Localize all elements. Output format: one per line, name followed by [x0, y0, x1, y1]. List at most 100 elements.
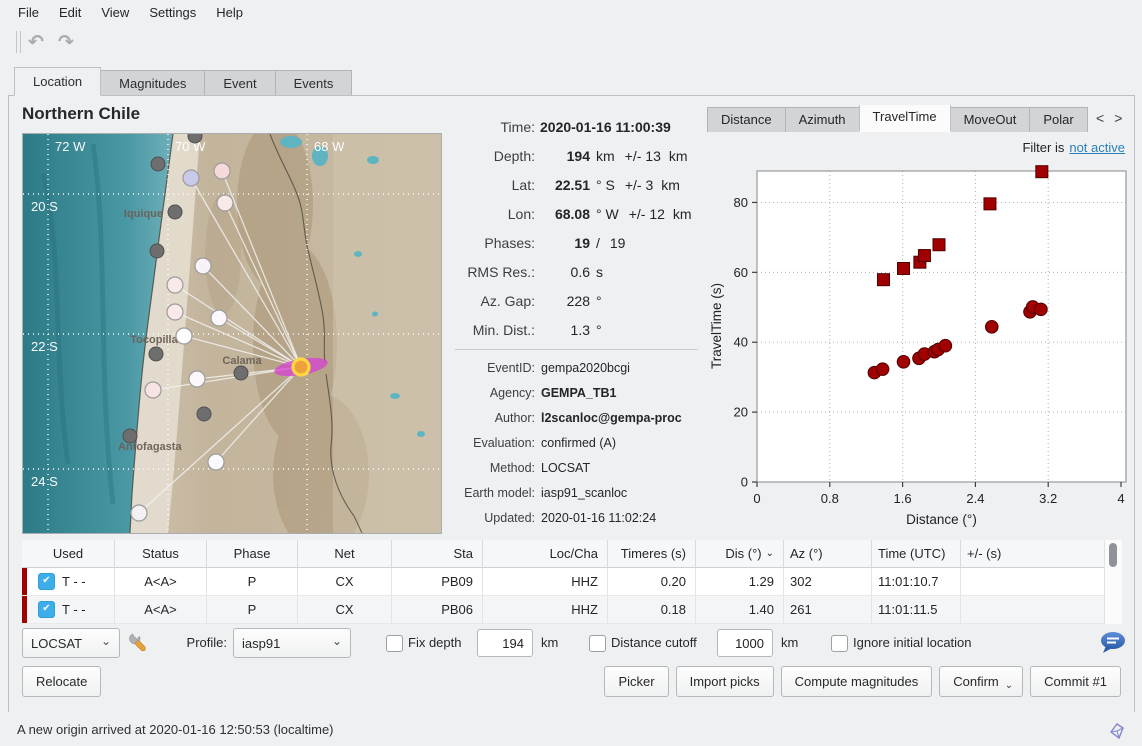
station-marker[interactable]	[217, 195, 233, 211]
station-marker-unused[interactable]	[188, 133, 202, 143]
station-marker[interactable]	[176, 328, 192, 344]
origin-map[interactable]: 72 W70 W68 W20 S22 S24 SIquiqueTocopilla…	[22, 133, 442, 534]
picker-button[interactable]: Picker	[604, 666, 668, 697]
column-header[interactable]: Phase	[207, 540, 298, 568]
tab-scroll-left-icon[interactable]: <	[1096, 110, 1104, 126]
column-header[interactable]: Net	[298, 540, 392, 568]
station-marker-unused[interactable]	[151, 157, 165, 171]
column-header-label: Phase	[234, 546, 271, 561]
parallel-label: 22 S	[31, 339, 58, 354]
origin-crystal-icon[interactable]	[1106, 720, 1128, 742]
column-header[interactable]: Time (UTC)	[872, 540, 961, 568]
ignore-initial-location-label: Ignore initial location	[853, 635, 972, 650]
column-header[interactable]: Sta	[392, 540, 483, 568]
plot-tab-azimuth[interactable]: Azimuth	[785, 107, 860, 132]
station-marker[interactable]	[167, 304, 183, 320]
station-marker[interactable]	[131, 505, 147, 521]
undo-icon[interactable]: ↶	[21, 28, 51, 56]
locator-settings-wrench-icon[interactable]	[129, 632, 151, 654]
cell-dis: 1.29	[696, 568, 784, 596]
arrival-point-p[interactable]	[1035, 303, 1048, 316]
distance-cutoff-unit: km	[781, 635, 798, 650]
table-scrollbar[interactable]	[1104, 540, 1122, 624]
distance-cutoff-checkbox[interactable]	[589, 635, 606, 652]
column-header[interactable]: Dis (°) ⌄	[696, 540, 784, 568]
table-row[interactable]: ✔T - -A<A>PCXPB09HHZ0.201.2930211:01:10.…	[22, 568, 1122, 596]
plot-tab-distance[interactable]: Distance	[707, 107, 786, 132]
station-marker[interactable]	[208, 454, 224, 470]
tab-magnitudes[interactable]: Magnitudes	[100, 70, 205, 96]
station-marker[interactable]	[211, 310, 227, 326]
origin-detail-label: Method:	[444, 461, 535, 475]
plot-tab-moveout[interactable]: MoveOut	[950, 107, 1031, 132]
tick-label-x: 1.6	[894, 491, 912, 506]
table-row[interactable]: ✔T - -A<A>PCXPB06HHZ0.181.4026111:01:11.…	[22, 596, 1122, 624]
menu-file[interactable]: File	[8, 3, 49, 22]
station-marker[interactable]	[167, 277, 183, 293]
column-header[interactable]: Status	[115, 540, 207, 568]
tick-label-y: 20	[734, 405, 748, 420]
column-header[interactable]: Az (°)	[784, 540, 872, 568]
arrival-point-s[interactable]	[1036, 166, 1048, 178]
origin-detail-value: GEMPA_TB1	[541, 386, 616, 400]
menu-settings[interactable]: Settings	[139, 3, 206, 22]
used-flags: T - -	[62, 602, 86, 617]
import-picks-button[interactable]: Import picks	[676, 666, 774, 697]
plot-tab-traveltime[interactable]: TravelTime	[859, 105, 951, 132]
station-marker[interactable]	[145, 382, 161, 398]
filter-toggle-link[interactable]: not active	[1069, 140, 1125, 155]
fix-depth-checkbox[interactable]	[386, 635, 403, 652]
station-marker[interactable]	[183, 170, 199, 186]
city-label: Antofagasta	[118, 441, 182, 453]
menu-view[interactable]: View	[91, 3, 139, 22]
arrival-point-s[interactable]	[984, 198, 996, 210]
arrival-point-s[interactable]	[877, 274, 889, 286]
used-checkbox[interactable]: ✔	[38, 601, 55, 618]
station-marker[interactable]	[189, 371, 205, 387]
traveltime-chart[interactable]: 00.81.62.43.24020406080Distance (°)Trave…	[705, 158, 1135, 532]
arrival-point-p[interactable]	[876, 363, 889, 376]
station-marker[interactable]	[214, 163, 230, 179]
tick-label-y: 0	[741, 475, 748, 490]
origin-info-error-unit: km	[661, 177, 680, 193]
menu-help[interactable]: Help	[206, 3, 253, 22]
tab-events[interactable]: Events	[275, 70, 353, 96]
station-marker[interactable]	[195, 258, 211, 274]
used-checkbox[interactable]: ✔	[38, 573, 55, 590]
epicenter-marker[interactable]	[293, 359, 309, 375]
column-header[interactable]: Used	[22, 540, 115, 568]
column-header[interactable]: Loc/Cha	[483, 540, 608, 568]
origin-info-value: 194	[540, 148, 590, 164]
arrival-point-p[interactable]	[985, 321, 998, 334]
origin-detail-value: gempa2020bcgi	[541, 361, 630, 375]
arrival-point-s[interactable]	[933, 239, 945, 251]
locator-select[interactable]: LOCSAT⌄	[22, 628, 120, 658]
arrival-point-s[interactable]	[898, 262, 910, 274]
menu-edit[interactable]: Edit	[49, 3, 91, 22]
plot-tab-bar: DistanceAzimuthTravelTimeMoveOutPolar	[707, 105, 1092, 132]
profile-select[interactable]: iasp91⌄	[233, 628, 351, 658]
column-header[interactable]: Timeres (s)	[608, 540, 696, 568]
relocate-button[interactable]: Relocate	[22, 666, 101, 697]
tab-scroll-right-icon[interactable]: >	[1114, 110, 1122, 126]
distance-cutoff-input[interactable]	[717, 629, 773, 657]
redo-icon[interactable]: ↷	[51, 28, 81, 56]
ignore-initial-location-checkbox[interactable]	[831, 635, 848, 652]
table-scrollbar-thumb[interactable]	[1109, 543, 1117, 567]
confirm-button[interactable]: Confirm⌄	[939, 666, 1023, 697]
tab-event[interactable]: Event	[204, 70, 275, 96]
plot-tab-polar[interactable]: Polar	[1029, 107, 1087, 132]
commit-button[interactable]: Commit #1	[1030, 666, 1121, 697]
arrival-point-p[interactable]	[897, 355, 910, 368]
arrival-point-p[interactable]	[939, 339, 952, 352]
compute-magnitudes-button[interactable]: Compute magnitudes	[781, 666, 933, 697]
column-header[interactable]: +/- (s)	[961, 540, 1105, 568]
filter-status: Filter isnot active	[1022, 140, 1125, 155]
station-marker-unused[interactable]	[150, 244, 164, 258]
arrival-point-s[interactable]	[918, 250, 930, 262]
comment-bubble-icon[interactable]	[1098, 630, 1128, 656]
tab-location[interactable]: Location	[14, 67, 101, 96]
origin-detail-row: Updated:2020-01-16 11:02:24	[444, 505, 706, 530]
fix-depth-input[interactable]	[477, 629, 533, 657]
station-marker-unused[interactable]	[197, 407, 211, 421]
